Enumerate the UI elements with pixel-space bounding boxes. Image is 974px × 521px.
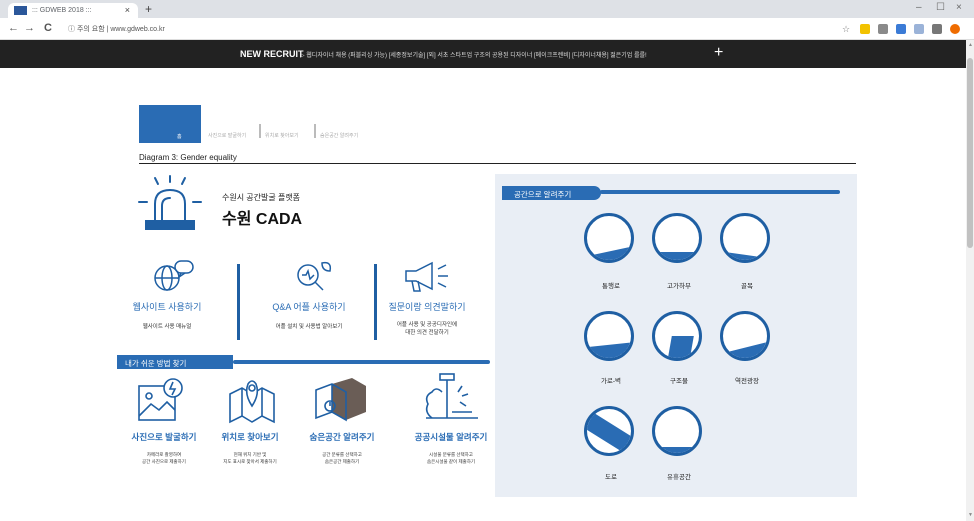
space-label: 가로-벽 (600, 378, 622, 385)
tab-close-icon[interactable]: × (125, 5, 130, 15)
hero-subtitle: 수원시 공간발굴 플랫폼 (222, 193, 301, 202)
section-rule (233, 360, 490, 364)
bottom-item-title: 공공시설물 알려주기 (414, 432, 488, 442)
feature-desc: 어플 설치 및 사용법 알아보기 (275, 324, 343, 330)
minimize-button[interactable]: – (916, 2, 922, 13)
subnav-link-hidden[interactable]: 숨은공간 알려주기 (320, 132, 358, 139)
reload-button[interactable]: C (44, 22, 52, 34)
space-label: 도로 (605, 474, 617, 481)
browser-titlebar: ::: GDWEB 2018 ::: × + – ☐ × (0, 0, 974, 18)
space-idle-space-icon[interactable] (652, 406, 702, 456)
hidden-space-icon (315, 378, 366, 422)
feature-qa-app[interactable]: Q&A 어플 사용하기 어플 설치 및 사용법 알아보기 (254, 300, 364, 331)
space-station-plaza-icon[interactable] (720, 311, 770, 361)
subnav-link-photo[interactable]: 사진으로 발굴하기 (208, 132, 246, 139)
feature-title: 웹사이트 사용하기 (132, 302, 202, 312)
forward-button[interactable]: → (24, 22, 35, 34)
space-alley-icon[interactable] (720, 213, 770, 263)
bottom-item-desc: 공간 분류를 선택하고 숨은공간 제출하기 (322, 452, 362, 464)
new-tab-button[interactable]: + (145, 2, 152, 16)
public-facility-icon (425, 373, 478, 419)
scroll-down-arrow-icon[interactable]: ▼ (968, 512, 973, 518)
browser-tab[interactable]: ::: GDWEB 2018 ::: × (8, 3, 138, 18)
magnifier-leaf-icon (297, 261, 332, 291)
feature-divider (237, 264, 240, 340)
bottom-item-hidden-space[interactable]: 숨은공간 알려주기 공간 분류를 선택하고 숨은공간 제출하기 (287, 431, 397, 465)
close-window-button[interactable]: × (956, 2, 962, 13)
siren-icon (138, 175, 202, 230)
space-label: 고가하부 (667, 283, 691, 290)
favicon-icon (14, 6, 27, 15)
space-road-icon[interactable] (584, 406, 634, 456)
photo-location-icon (138, 378, 183, 421)
extension-dark-icon[interactable] (932, 24, 942, 34)
panel-rule (600, 190, 840, 194)
extension-gray-icon[interactable] (878, 24, 888, 34)
recruit-banner: NEW RECRUIT ▷ 웹디자이너 채용 (퍼블리싱 가능) [세종정보기술… (0, 40, 966, 68)
space-label: 유휴공간 (667, 474, 691, 481)
space-overpass-icon[interactable] (652, 213, 702, 263)
tab-title: ::: GDWEB 2018 ::: (32, 7, 92, 14)
space-passage-icon[interactable] (584, 213, 634, 263)
bookmark-star-icon[interactable]: ☆ (842, 24, 852, 34)
space-street-wall-icon[interactable] (584, 311, 634, 361)
space-label: 통행로 (602, 283, 620, 290)
page-heading: Diagram 3: Gender equality (139, 153, 237, 162)
feature-website[interactable]: 웹사이트 사용하기 웹사이트 사용 매뉴얼 (112, 300, 222, 331)
panel-header: 공간으로 알려주기 (502, 186, 601, 200)
feature-desc: 어플 사용 및 공공디자인에 대한 의견 전달하기 (396, 322, 458, 336)
feature-opinion[interactable]: 질문이랑 의견말하기 어플 사용 및 공공디자인에 대한 의견 전달하기 (372, 300, 482, 337)
banner-plus-button[interactable]: + (714, 44, 723, 62)
space-label: 역전광장 (735, 378, 759, 385)
space-label: 골목 (741, 283, 753, 290)
bottom-item-facility[interactable]: 공공시설물 알려주기 시설물 분류를 선택하고 숨은시설물 같이 제출하기 (396, 431, 506, 465)
extension-icons: ☆ (842, 24, 960, 34)
feature-desc: 웹사이트 사용 매뉴얼 (142, 324, 192, 330)
section-header: 내가 쉬운 방법 찾기 (117, 355, 233, 369)
feature-title: Q&A 어플 사용하기 (272, 302, 346, 312)
megaphone-icon (405, 261, 448, 292)
space-label: 구조물 (670, 378, 688, 385)
feature-title: 질문이랑 의견말하기 (388, 302, 466, 312)
extension-yellow-icon[interactable] (860, 24, 870, 34)
url-field[interactable]: ⓘ 주의 요함 | www.gdweb.co.kr (68, 24, 165, 34)
bottom-item-desc: 시설물 분류를 선택하고 숨은시설물 같이 제출하기 (426, 452, 476, 464)
subnav-divider (259, 124, 261, 138)
space-structure-icon[interactable] (652, 311, 702, 361)
hero-title: 수원 CADA (222, 211, 303, 228)
profile-avatar-icon[interactable] (950, 24, 960, 34)
subnav-link-location[interactable]: 위치로 찾아보기 (265, 132, 299, 139)
banner-text[interactable]: ▷ 웹디자이너 채용 (퍼블리싱 가능) [세종정보기술] [외] 서초 스타트… (300, 50, 647, 59)
extension-lightblue-icon[interactable] (914, 24, 924, 34)
back-button[interactable]: ← (8, 22, 19, 34)
map-pin-icon (229, 380, 275, 424)
globe-chat-icon (154, 260, 194, 291)
maximize-button[interactable]: ☐ (936, 2, 945, 13)
heading-rule (139, 163, 856, 164)
home-tab[interactable]: 홈 (139, 105, 201, 143)
banner-title: NEW RECRUIT (240, 49, 304, 59)
extension-blue-icon[interactable] (896, 24, 906, 34)
address-bar: ← → C ⓘ 주의 요함 | www.gdweb.co.kr ☆ (0, 18, 974, 40)
scrollbar-thumb[interactable] (967, 58, 973, 248)
subnav-divider (314, 124, 316, 138)
scroll-up-arrow-icon[interactable]: ▲ (968, 42, 973, 48)
bottom-item-title: 숨은공간 알려주기 (309, 432, 375, 442)
